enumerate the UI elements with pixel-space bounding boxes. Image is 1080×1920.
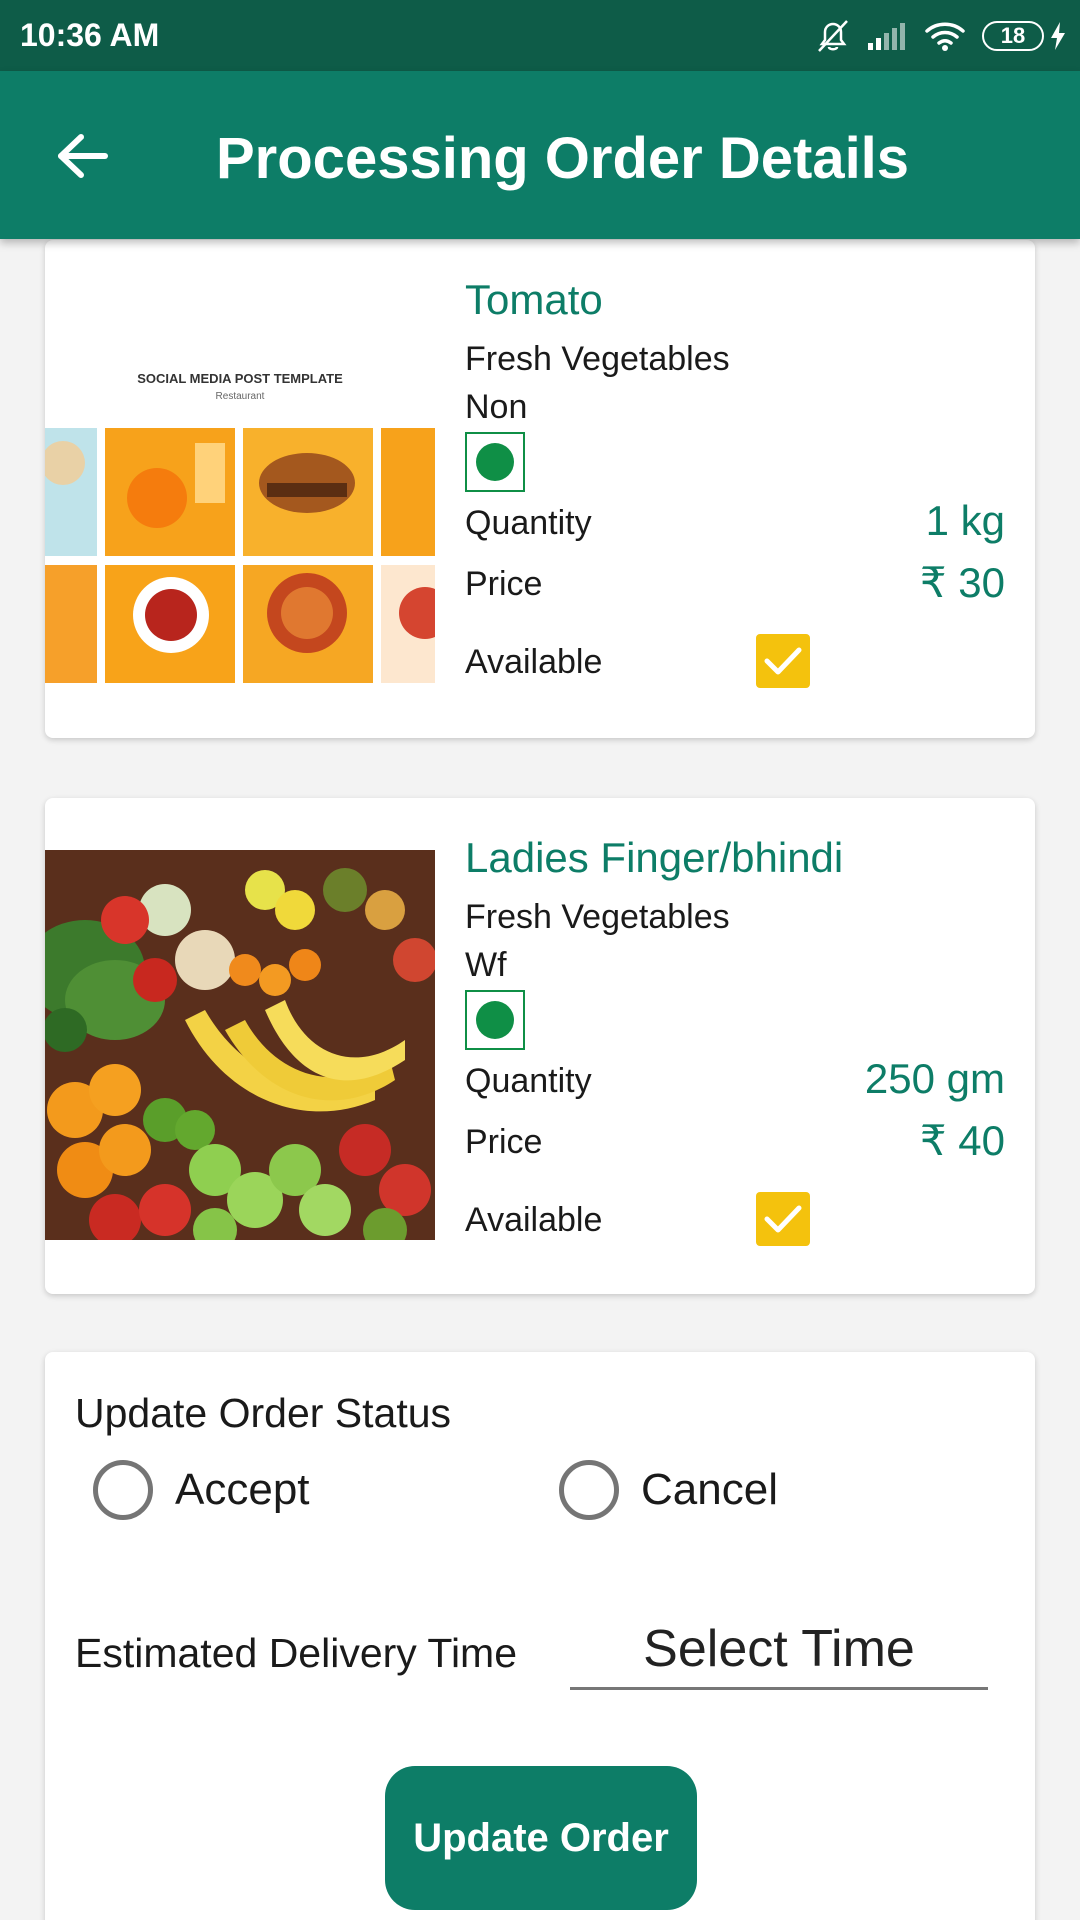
available-label: Available [465, 643, 603, 681]
radio-unchecked-icon [93, 1460, 153, 1520]
signal-icon [868, 23, 905, 50]
available-checkbox[interactable] [756, 634, 810, 688]
charging-bolt-icon [1051, 22, 1065, 50]
accept-radio[interactable]: Accept [93, 1460, 310, 1520]
price-label: Price [465, 1123, 543, 1161]
price-label: Price [465, 565, 543, 603]
product-category: Fresh Vegetables [465, 340, 730, 378]
available-checkbox[interactable] [756, 1192, 810, 1246]
product-name: Tomato [465, 276, 603, 323]
accept-label: Accept [175, 1465, 310, 1514]
product-sub-label: Non [465, 388, 528, 426]
page-title: Processing Order Details [216, 126, 910, 191]
veg-indicator-icon [465, 990, 525, 1050]
app-bar: Processing Order Details [0, 71, 1080, 239]
radio-unchecked-icon [559, 1460, 619, 1520]
product-category: Fresh Vegetables [465, 898, 730, 936]
select-time-field[interactable]: Select Time [570, 1610, 988, 1690]
battery-level: 18 [982, 21, 1044, 51]
status-bar: 10:36 AM 18 [0, 0, 1080, 71]
check-icon [764, 647, 802, 675]
check-icon [764, 1205, 802, 1233]
price-value: ₹ 30 [919, 559, 1005, 606]
quantity-label: Quantity [465, 1062, 592, 1100]
quantity-value: 1 kg [925, 497, 1005, 544]
product-image [45, 850, 435, 1240]
image-subcaption: Restaurant [216, 391, 265, 402]
available-label: Available [465, 1201, 603, 1239]
arrow-back-icon [58, 134, 108, 178]
product-sub-label: Wf [465, 946, 507, 984]
wifi-icon [925, 22, 965, 51]
product-image: SOCIAL MEDIA POST TEMPLATE Restaurant [45, 293, 435, 683]
status-icons: 18 [816, 16, 1066, 56]
update-order-button[interactable]: Update Order [385, 1766, 697, 1910]
veg-indicator-icon [465, 432, 525, 492]
quantity-value: 250 gm [864, 1055, 1005, 1102]
estimated-delivery-label: Estimated Delivery Time [75, 1630, 518, 1676]
cancel-radio[interactable]: Cancel [559, 1460, 778, 1520]
status-time: 10:36 AM [20, 17, 160, 53]
order-item-card: SOCIAL MEDIA POST TEMPLATE Restaurant To… [45, 240, 1035, 738]
price-value: ₹ 40 [919, 1117, 1005, 1164]
battery: 18 [982, 21, 1066, 51]
section-title: Update Order Status [75, 1390, 452, 1436]
back-button[interactable] [48, 121, 118, 191]
notifications-off-icon [818, 20, 848, 52]
quantity-label: Quantity [465, 504, 592, 542]
order-item-card: Ladies Finger/bhindi Fresh Vegetables Wf… [45, 798, 1035, 1294]
cancel-label: Cancel [641, 1465, 778, 1514]
image-caption: SOCIAL MEDIA POST TEMPLATE [137, 371, 343, 386]
product-name: Ladies Finger/bhindi [465, 834, 844, 881]
order-status-card: Update Order Status Accept Cancel Estima… [45, 1352, 1035, 1920]
